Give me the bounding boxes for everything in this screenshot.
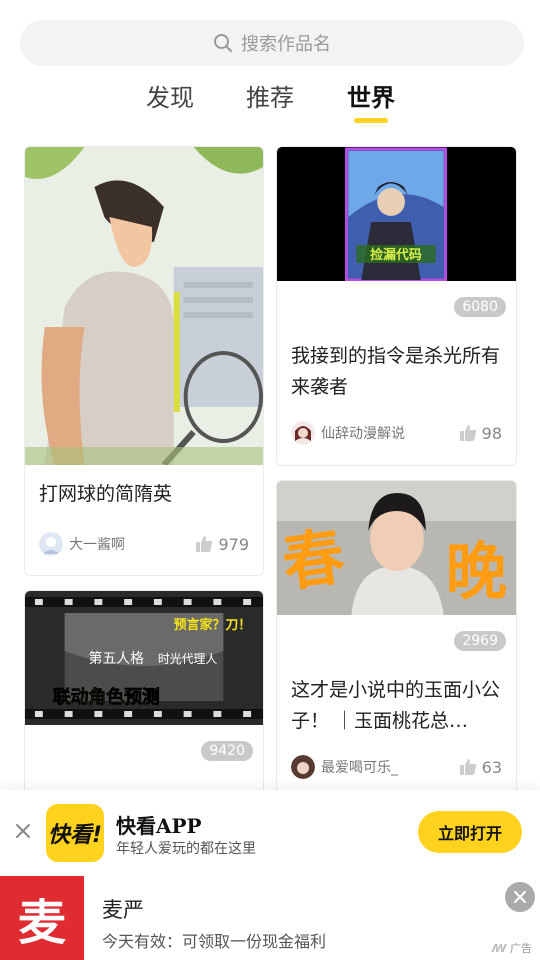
work-card[interactable]: 捡漏代码 6080 我接到的指令是杀光所有来袭者 仙辞动漫解说 98 [276,146,517,466]
ad-mark-icon: ꟿ [491,942,507,955]
ad-title: 麦严 [102,898,144,922]
cover-image: 第五人格 时光代理人 预言家？刀！ 联动角色预测 [25,591,263,725]
author-name[interactable]: 最爱喝可乐_ [321,757,459,777]
close-icon[interactable] [14,822,32,840]
like-count: 979 [218,534,249,554]
cover-art-text: 联动角色预测 [53,686,160,708]
like-button[interactable]: 98 [459,424,502,443]
work-card[interactable]: 打网球的简隋英 大一酱啊 979 [24,146,264,576]
open-app-button[interactable]: 立即打开 [418,811,522,853]
app-logo: 快看! [46,804,104,862]
cover-image: 春 晚 [277,481,516,615]
cover-art-text: 预言家？刀！ [174,617,251,633]
like-count: 63 [481,757,502,777]
view-count-badge: 6080 [454,297,506,317]
ad-tag-text: 广告 [510,942,532,955]
thumbs-up-icon [196,536,213,552]
author-name[interactable]: 大一酱啊 [69,534,195,554]
tab-recommend[interactable]: 推荐 [246,78,294,113]
tab-active-indicator [354,118,388,123]
close-icon [514,891,526,903]
search-icon [214,34,232,52]
ad-close-button[interactable] [505,882,535,912]
app-download-banner: 快看! 快看APP 年轻人爱玩的都在这里 立即打开 [0,790,540,876]
author-row: 大一酱啊 979 [39,531,249,557]
view-count-badge: 9420 [201,741,253,761]
like-count: 98 [481,423,502,443]
like-button[interactable]: 63 [459,758,502,777]
cover-art-text-left: 春 [278,519,349,600]
work-card[interactable]: 第五人格 时光代理人 预言家？刀！ 联动角色预测 9420 [24,590,264,800]
search-placeholder: 搜索作品名 [241,34,331,55]
avatar[interactable] [291,421,315,445]
avatar[interactable] [39,532,63,556]
card-title: 我接到的指令是杀光所有来袭者 [291,345,501,398]
cover-title-art: 捡漏代码 [370,247,422,263]
author-row: 仙辞动漫解说 98 [291,420,502,446]
ad-description: 今天有效：可领取一份现金福利 [102,932,327,951]
tab-bar: 发现 推荐 世界 [0,78,540,128]
ad-label: ꟿ 广告 [492,940,532,956]
ad-logo: 麦 [0,876,84,960]
card-title: 这才是小说中的玉面小公子！ ｜玉面桃花总… [291,679,501,732]
work-card[interactable]: 春 晚 2969 这才是小说中的玉面小公子！ ｜玉面桃花总… 最爱喝可乐_ 63 [276,480,517,800]
cover-image: 捡漏代码 [277,147,516,281]
author-row: 最爱喝可乐_ 63 [291,754,502,780]
cover-logo-text: 第五人格 [88,650,144,667]
view-count-badge: 2969 [454,631,506,651]
like-button[interactable]: 979 [195,535,249,554]
app-description: 年轻人爱玩的都在这里 [116,841,256,857]
app-name: 快看APP [116,814,202,838]
author-name[interactable]: 仙辞动漫解说 [321,423,459,443]
cover-image [25,147,263,465]
cover-logo-text: 时光代理人 [158,652,217,666]
ad-banner[interactable]: 麦 麦严 今天有效：可领取一份现金福利 [0,876,540,960]
avatar[interactable] [291,755,315,779]
cover-art-text-right: 晚 [446,535,507,608]
thumbs-up-icon [459,759,476,775]
card-title: 打网球的简隋英 [39,483,173,505]
search-bar[interactable]: 搜索作品名 [20,20,524,66]
tab-discover[interactable]: 发现 [146,78,194,113]
thumbs-up-icon [459,425,476,441]
tab-world[interactable]: 世界 [347,78,395,113]
